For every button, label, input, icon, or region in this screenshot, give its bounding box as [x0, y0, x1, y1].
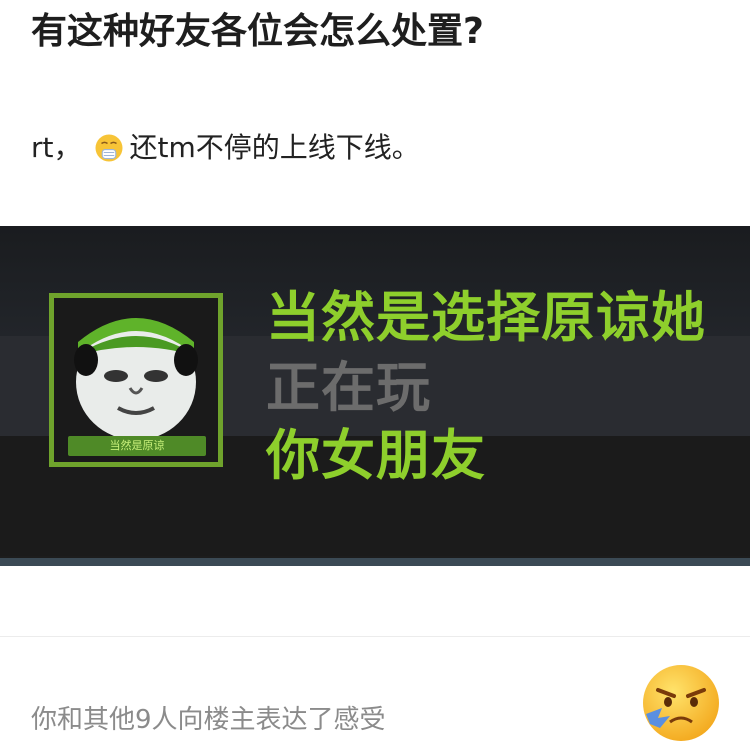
status-line-1: 当然是选择原谅她 — [266, 286, 706, 349]
image-bottom-edge — [0, 558, 750, 566]
status-line-2: 正在玩 — [266, 356, 431, 419]
avatar-caption: 当然是原谅 — [68, 436, 206, 456]
avatar-inner: 当然是原谅 — [54, 298, 218, 462]
post-image[interactable]: 当然是原谅 当然是选择原谅她 正在玩 你女朋友 — [0, 226, 750, 566]
post-body: rt， 还tm不停的上线下线。 — [31, 128, 420, 168]
post-body-prefix: rt， — [31, 131, 82, 164]
sneeze-face-icon — [95, 134, 122, 162]
angry-face-icon[interactable] — [640, 662, 722, 744]
post-title: 有这种好友各位会怎么处置? — [31, 11, 484, 52]
friend-avatar: 当然是原谅 — [49, 293, 223, 467]
divider — [0, 636, 750, 637]
post-body-suffix: 还tm不停的上线下线。 — [129, 131, 420, 164]
reaction-summary: 你和其他9人向楼主表达了感受 — [31, 705, 386, 735]
status-line-3: 你女朋友 — [266, 424, 486, 487]
